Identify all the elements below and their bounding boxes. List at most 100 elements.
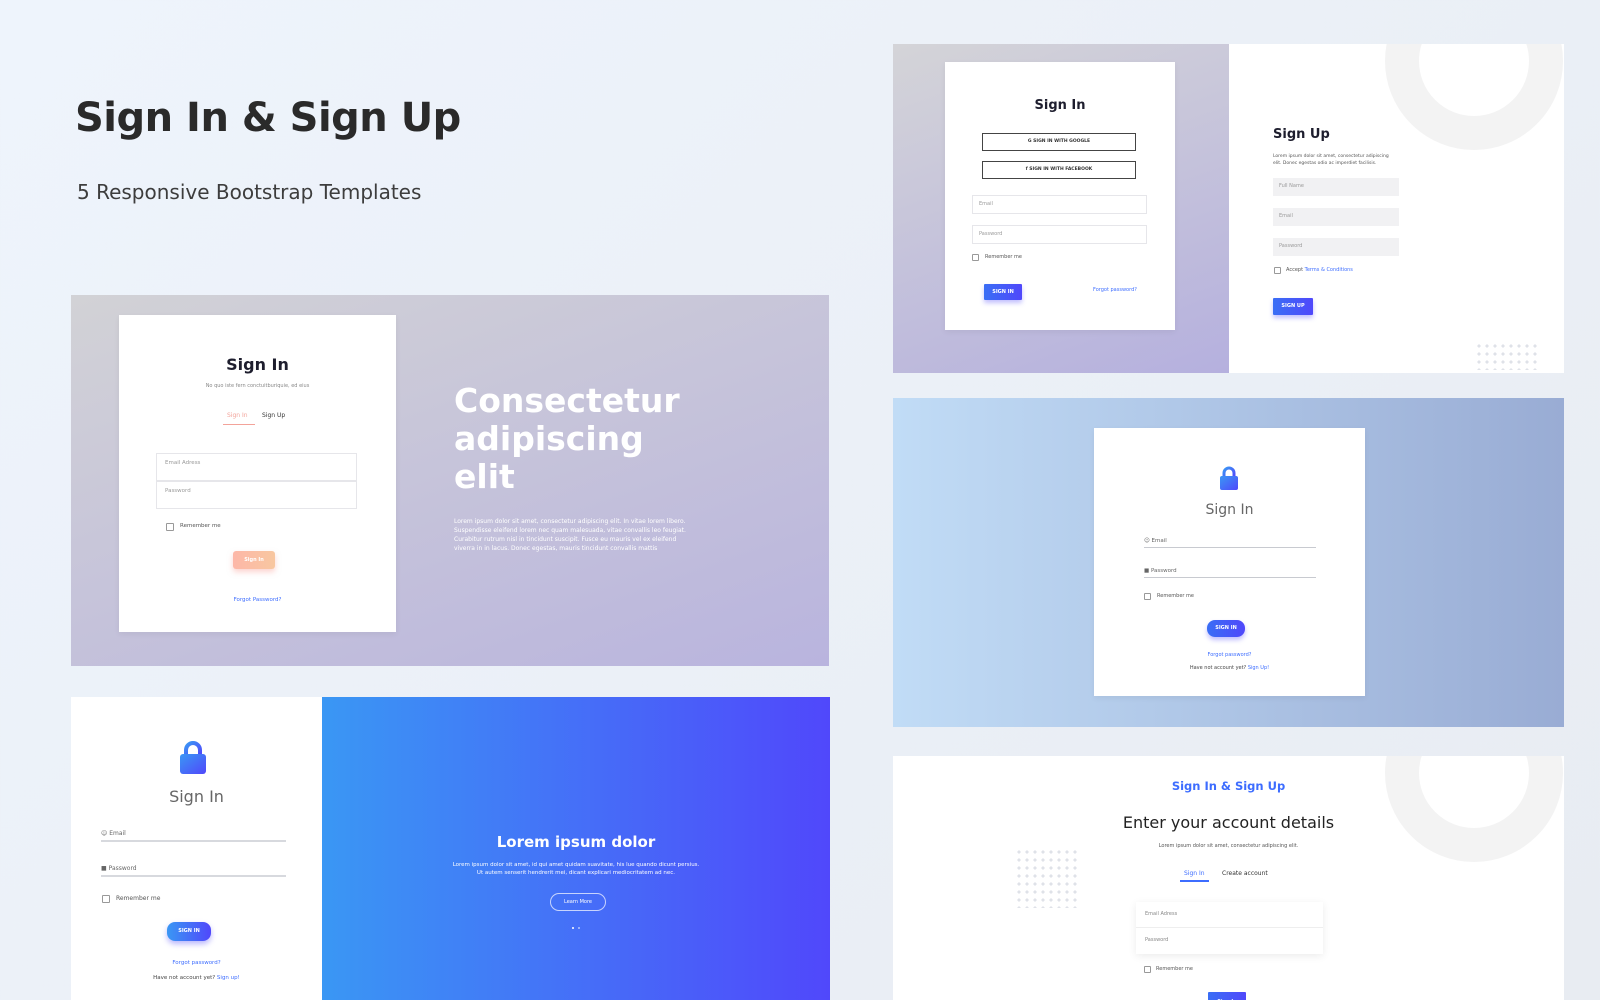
remember-checkbox[interactable] [1144,966,1151,973]
form-heading: Enter your account details [1122,813,1335,832]
carousel-dot[interactable] [572,927,574,929]
remember-checkbox[interactable] [166,523,174,531]
lock-small-icon: ■ [1144,568,1150,574]
google-icon: G [1027,139,1032,144]
tab-sign-in[interactable]: Sign In [227,412,248,419]
tab-create-account[interactable]: Create account [1222,870,1268,877]
signin-card: Sign In No quo iste fern conctuitburiqui… [119,315,396,632]
carousel-dot[interactable] [578,927,580,929]
signin-title: Sign In [169,787,224,806]
signup-prompt: Have not account yet? Sign Up! [1094,665,1365,671]
email-field[interactable]: Email Adress [1136,902,1323,928]
remember-label: Remember me [985,254,1022,260]
page-subtitle: 5 Responsive Bootstrap Templates [77,180,422,204]
remember-label: Remember me [1156,966,1193,972]
tab-underline [223,424,255,425]
password-field[interactable]: Password [1136,928,1323,954]
template-preview-1[interactable]: Sign In No quo iste fern conctuitburiqui… [71,295,829,666]
signin-subtitle: No quo iste fern conctuitburiquie, ed ei… [205,383,310,389]
remember-label: Remember me [116,895,161,902]
remember-checkbox[interactable] [1144,593,1151,600]
hero-paragraph: Lorem ipsum dolor sit amet, consectetur … [454,517,714,553]
signup-password-field[interactable]: Password [1273,238,1399,256]
terms-link[interactable]: Terms & Conditions [1305,267,1353,273]
facebook-button-label: SIGN IN WITH FACEBOOK [1029,167,1093,172]
signin-title: Sign In [226,355,289,374]
signin-button[interactable]: Sign In [1208,992,1246,1000]
user-icon: ☺ [101,830,108,837]
password-field[interactable]: ■ Password [101,865,286,877]
template-preview-5[interactable]: Sign In & Sign Up Enter your account det… [893,756,1564,1000]
fullname-field[interactable]: Full Name [1273,178,1399,196]
headline-line-2: adipiscing [454,419,644,458]
accept-text: Accept [1286,267,1304,273]
form-description: Lorem ipsum dolor sit amet, consectetur … [1158,843,1299,849]
forgot-password-link[interactable]: Forgot Password? [119,597,396,603]
description-line: elit. Donec egestas odio ac imperdiet fa… [1273,161,1377,166]
paragraph-line: Ut autem senserit hendrerit mei, dicant … [476,870,676,876]
email-field[interactable]: Email [972,195,1147,214]
email-field[interactable]: ☺ Email [101,830,286,842]
decorative-ring [1385,44,1563,150]
email-field[interactable]: ☺ Email [1144,538,1316,548]
email-label: Email [1151,538,1167,544]
template-preview-2[interactable]: Sign In ☺ Email ■ Password Remember me S… [71,697,830,1000]
tab-sign-up[interactable]: Sign Up [262,412,285,419]
facebook-icon: f [1025,167,1028,172]
google-signin-button[interactable]: G SIGN IN WITH GOOGLE [982,133,1136,151]
decorative-dots [1475,342,1539,370]
template-preview-4[interactable]: Sign In ☺ Email ■ Password Remember me S… [893,398,1564,727]
signup-prompt: Have not account yet? Sign up! [71,975,322,981]
signup-title: Sign Up [1273,127,1330,142]
template-preview-3[interactable]: Sign In G SIGN IN WITH GOOGLE f SIGN IN … [893,44,1564,373]
signup-email-field[interactable]: Email [1273,208,1399,226]
paragraph-line: Lorem ipsum dolor sit amet, id qui amet … [452,862,700,868]
forgot-password-link[interactable]: Forgot password? [71,960,322,966]
sign-up-link[interactable]: Sign up! [217,975,240,981]
terms-checkbox[interactable] [1274,267,1281,274]
forgot-password-link[interactable]: Forgot password? [1093,287,1137,293]
forgot-password-link[interactable]: Forgot password? [1094,652,1365,658]
signin-title: Sign In [1205,502,1254,518]
terms-label: Accept Terms & Conditions [1286,267,1353,273]
remember-label: Remember me [1157,593,1194,599]
remember-checkbox[interactable] [972,254,979,261]
description-line: Lorem ipsum dolor sit amet, consectetur … [1273,154,1389,159]
signup-description: Lorem ipsum dolor sit amet, consectetur … [1273,153,1389,167]
learn-more-button[interactable]: Learn More [550,893,606,911]
password-field[interactable]: ■ Password [1144,568,1316,578]
signin-title: Sign In [1034,98,1086,113]
signin-button[interactable]: SIGN IN [167,922,211,941]
lock-icon [1218,466,1240,490]
promo-paragraph: Lorem ipsum dolor sit amet, id qui amet … [322,861,830,877]
password-label: Password [1150,568,1177,574]
signup-button[interactable]: SIGN UP [1273,298,1313,315]
carousel-dots[interactable] [572,927,584,929]
brand-title: Sign In & Sign Up [1171,779,1286,793]
paragraph-line: Curabitur rutrum nisl in tincidunt susci… [454,536,677,543]
headline-line-1: Consectetur [454,381,680,420]
signin-button[interactable]: Sign In [233,551,275,569]
signin-button[interactable]: SIGN IN [1207,620,1245,637]
password-field[interactable]: Password [156,481,357,509]
headline-line-3: elit [454,457,515,496]
email-field[interactable]: Email Adress [156,453,357,481]
signin-card: Sign In G SIGN IN WITH GOOGLE f SIGN IN … [945,62,1175,330]
credentials-box: Email Adress Password [1136,902,1323,954]
google-button-label: SIGN IN WITH GOOGLE [1033,139,1091,144]
no-account-text: Have not account yet? [153,975,216,981]
paragraph-line: Suspendisse eleifend lorem nec quam male… [454,527,686,534]
signin-button[interactable]: SIGN IN [984,284,1022,300]
tab-sign-in[interactable]: Sign In [1184,870,1205,877]
hero-headline: Consectetur adipiscing elit [454,382,714,496]
sign-up-link[interactable]: Sign Up! [1248,665,1269,671]
user-icon: ☺ [1144,538,1150,544]
lock-small-icon: ■ [101,865,107,872]
page-title: Sign In & Sign Up [75,95,461,141]
remember-label: Remember me [180,523,221,529]
facebook-signin-button[interactable]: f SIGN IN WITH FACEBOOK [982,161,1136,179]
remember-checkbox[interactable] [102,895,110,903]
password-field[interactable]: Password [972,225,1147,244]
no-account-text: Have not account yet? [1189,665,1247,671]
decorative-dots [1015,848,1077,908]
